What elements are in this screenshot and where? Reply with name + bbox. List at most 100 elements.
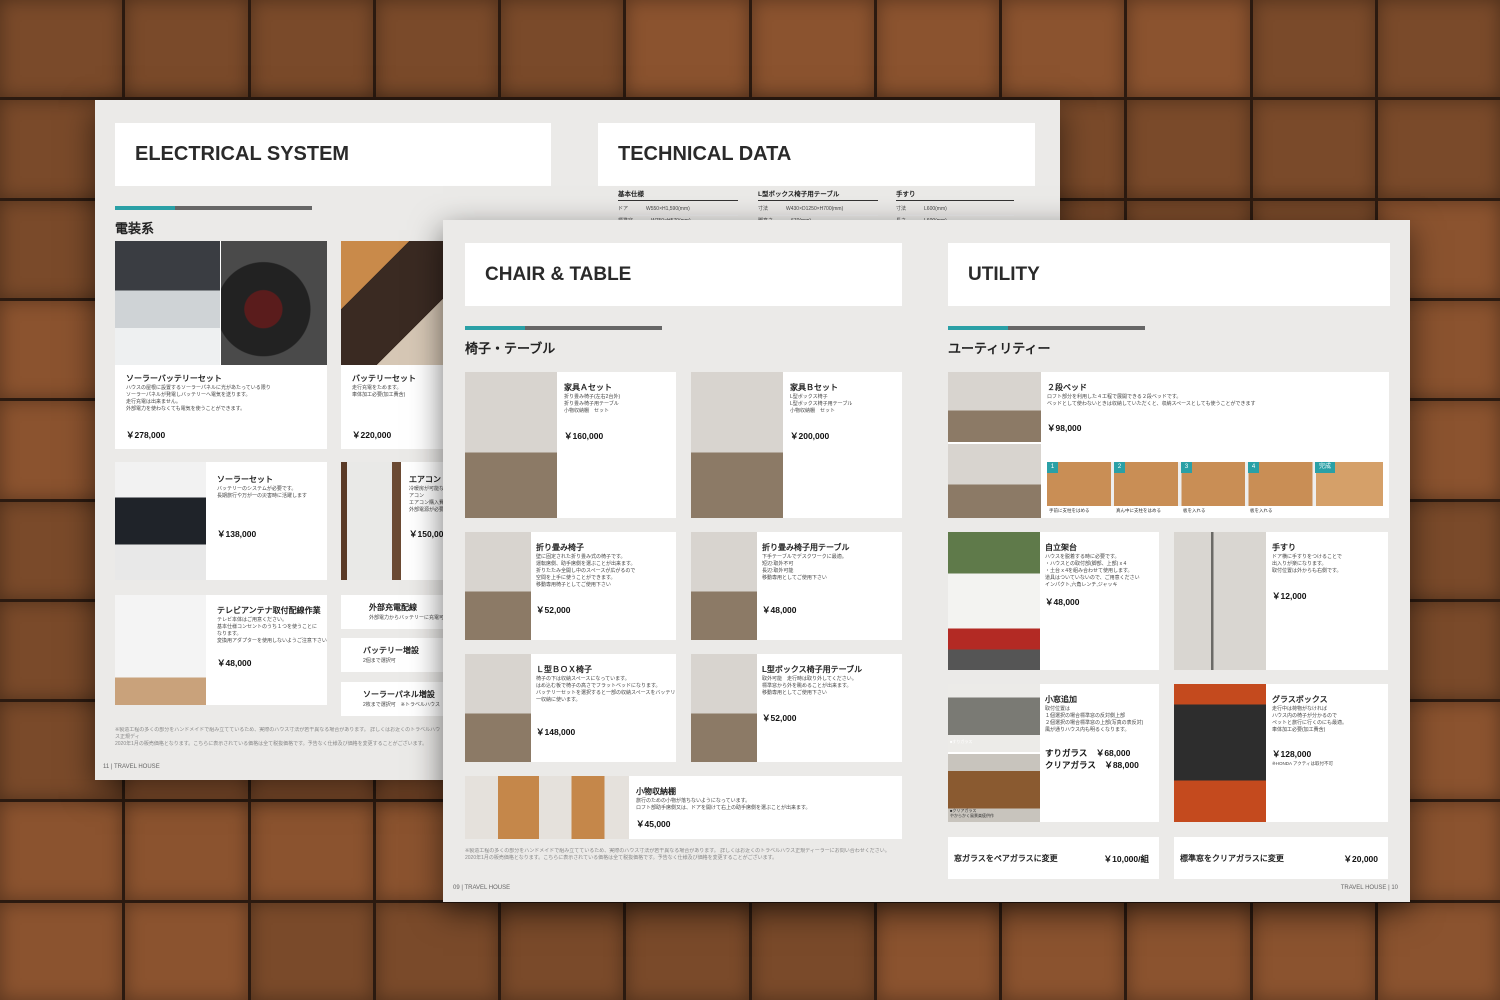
step-badge: 2 bbox=[1114, 462, 1125, 473]
wood-block bbox=[876, 0, 999, 98]
wood-block bbox=[0, 802, 123, 900]
product-card-l-box-chair: Ｌ型ＢＯＸ椅子 椅子の下は収納スペースになっています。 はめ込む板で椅子の高さで… bbox=[465, 654, 676, 762]
wood-block bbox=[250, 0, 373, 98]
product-card-glass-box: グラスボックス 走行中は荷物がなければ ハウス内の椅子が分かるので ペットと旅行… bbox=[1174, 684, 1388, 822]
card-note: ※HONDA アクティは取付不可 bbox=[1272, 761, 1334, 766]
utility-section-heading: ユーティリティー bbox=[948, 326, 1145, 357]
utility-title: UTILITY bbox=[948, 243, 1390, 306]
wood-block bbox=[375, 0, 498, 98]
card-description: バッテリーのシステムが必要です。 長期旅行や万が一の災害時に活躍します bbox=[217, 486, 308, 499]
wood-block bbox=[250, 902, 373, 1000]
card-description: 走行充電をためます。 車体加工必要(加工費含) bbox=[352, 385, 406, 398]
technical-title: TECHNICAL DATA bbox=[598, 123, 1035, 186]
folding-chair-photo bbox=[465, 532, 531, 640]
step-badge: 3 bbox=[1181, 462, 1192, 473]
step-label: 板を入れる bbox=[1250, 508, 1273, 513]
option-external-charging: 外部充電配線 外部電力からバッテリーに充電可能 bbox=[341, 595, 451, 629]
electrical-section-heading: 電装系 bbox=[115, 206, 312, 237]
step-label: 板を入れる bbox=[1183, 508, 1206, 513]
card-title: エアコン bbox=[409, 475, 441, 484]
product-card-bunk-bed: ２段ベッド ロフト部分を利用した４工程で展開できる２段ベッドです。 ベッドとして… bbox=[948, 372, 1389, 518]
product-card-self-stand: 自立架台 ハウスを脱着する時に必要です。 ・ハウスとの取付部(脚部、上部) x … bbox=[948, 532, 1159, 670]
product-card-furniture-set-b: 家具Ｂセット L型ボックス椅子 L型ボックス椅子用テーブル 小物収納棚 セット … bbox=[691, 372, 902, 518]
card-description: 下手テーブルでデスクワークに最適。 短辺:取外不可 長辺:取外可能 移動専用とし… bbox=[762, 554, 847, 581]
wood-block bbox=[0, 0, 123, 98]
card-title: 折り畳み椅子 bbox=[536, 543, 584, 552]
product-card-solar-battery-set: ソーラーバッテリーセット ハウスの屋根に設置するソーラーパネルに光があたっている… bbox=[115, 241, 327, 449]
card-description: ハウスを脱着する時に必要です。 ・ハウスとの取付部(脚部、上部) x 4 ・土台… bbox=[1045, 554, 1140, 588]
step-badge: 完成 bbox=[1315, 462, 1335, 473]
card-price: ￥128,000 bbox=[1272, 749, 1312, 759]
card-price: ￥278,000 bbox=[126, 430, 166, 440]
card-title: ソーラーセット bbox=[217, 475, 273, 484]
product-card-small-shelf: 小物収納棚 旅行のための小物が落ちないようになっています。 ロフト部助手席側又は… bbox=[465, 776, 902, 839]
card-price: ￥150,00 bbox=[409, 529, 444, 539]
wood-block bbox=[751, 902, 874, 1000]
card-description: テレビ本体はご用意ください。 基本仕様コンセントのうち１つを使うことに なります… bbox=[217, 617, 327, 644]
option-solar-panel-add: ソーラーパネル増設 2枚まで選択可 ※トラベルハウス bbox=[341, 682, 451, 716]
card-title: 折り畳み椅子用テーブル bbox=[762, 543, 850, 552]
card-price: ￥48,000 bbox=[217, 658, 252, 668]
l-box-table-photo bbox=[691, 654, 757, 762]
battery-wiring-photo bbox=[221, 241, 327, 365]
air-conditioner-photo bbox=[341, 462, 401, 580]
wood-block bbox=[375, 902, 498, 1000]
wood-block bbox=[1252, 100, 1375, 198]
option-description: 2枚まで選択可 ※トラベルハウス bbox=[363, 702, 440, 708]
electrical-title: ELECTRICAL SYSTEM bbox=[115, 123, 551, 186]
card-description: 旅行のための小物が落ちないようになっています。 ロフト部助手席側又は、ドアを開け… bbox=[636, 798, 811, 811]
glass-box-photo bbox=[1174, 684, 1266, 822]
card-price: ￥138,000 bbox=[217, 529, 257, 539]
card-price: すりガラス ￥68,000 bbox=[1045, 748, 1131, 758]
wood-block bbox=[501, 0, 624, 98]
product-card-battery-set: バッテリーセット 走行充電をためます。 車体加工必要(加工費含) ￥220,00… bbox=[341, 241, 451, 449]
wood-block bbox=[1377, 902, 1500, 1000]
product-card-small-window: ■すりガラス ■クリアガラス やからかく風景楽疲供作 小窓追加 取付位置は １個… bbox=[948, 684, 1159, 822]
card-price-alt: クリアガラス ￥88,000 bbox=[1045, 760, 1139, 770]
wood-block bbox=[0, 902, 123, 1000]
card-price: ￥48,000 bbox=[1045, 597, 1080, 607]
wood-block bbox=[125, 902, 248, 1000]
solar-panel-product-photo bbox=[115, 462, 206, 580]
chair-section-heading: 椅子・テーブル bbox=[465, 326, 662, 357]
card-price: ￥200,000 bbox=[790, 431, 830, 441]
wood-block bbox=[125, 0, 248, 98]
option-battery-add: バッテリー増設 2個まで選択可 bbox=[341, 638, 451, 672]
card-price: ￥48,000 bbox=[762, 605, 797, 615]
card-title: L型ボックス椅子用テーブル bbox=[762, 665, 863, 674]
step-label: 手前に支柱をはめる bbox=[1049, 508, 1090, 513]
bunk-bed-photo-bottom bbox=[948, 444, 1041, 518]
product-card-tv-antenna: テレビアンテナ取付配線作業 テレビ本体はご用意ください。 基本仕様コンセントのう… bbox=[115, 595, 327, 705]
option-title: 外部充電配線 bbox=[369, 603, 417, 612]
wood-block bbox=[751, 0, 874, 98]
option-label: 標準窓をクリアガラスに変更 bbox=[1180, 854, 1284, 863]
step-badge: 1 bbox=[1047, 462, 1058, 473]
wood-block bbox=[1002, 902, 1125, 1000]
step-badge: 4 bbox=[1248, 462, 1259, 473]
wood-block bbox=[1127, 100, 1250, 198]
back-page-footer: 11 | TRAVEL HOUSE bbox=[103, 764, 160, 770]
option-pair-glass: 窓ガラスをペアガラスに変更 ￥10,000/組 bbox=[948, 837, 1159, 879]
card-price: ￥98,000 bbox=[1047, 423, 1082, 433]
product-card-furniture-set-a: 家具Ａセット 折り畳み椅子(左右2台外) 折り畳み椅子用テーブル 小物収納棚 セ… bbox=[465, 372, 676, 518]
handrail-photo bbox=[1174, 532, 1266, 670]
l-box-chair-photo bbox=[465, 654, 531, 762]
card-description: 取外可能 走行時は取り外してください。 標準窓から外を眺めることが出来ます。 移… bbox=[762, 676, 857, 696]
card-title: ソーラーバッテリーセット bbox=[126, 374, 222, 383]
card-title: ２段ベッド bbox=[1047, 383, 1087, 392]
option-price: ￥10,000/組 bbox=[1103, 854, 1149, 864]
card-description: 走行中は荷物がなければ ハウス内の椅子が分かるので ペットと旅行に行くのにも最適… bbox=[1272, 706, 1348, 733]
back-footnote: ※製造工程の多くの部分をハンドメイドで組み立てているため、実際のハウス寸法が若干… bbox=[115, 727, 441, 747]
folding-table-photo bbox=[691, 532, 757, 640]
card-price: ￥52,000 bbox=[762, 713, 797, 723]
card-description: L型ボックス椅子 L型ボックス椅子用テーブル 小物収納棚 セット bbox=[790, 394, 853, 414]
bunk-bed-photo-top bbox=[948, 372, 1041, 442]
card-price: ￥12,000 bbox=[1272, 591, 1307, 601]
furniture-set-a-photo bbox=[465, 372, 557, 518]
card-description: 折り畳み椅子(左右2台外) 折り畳み椅子用テーブル 小物収納棚 セット bbox=[564, 394, 621, 414]
wood-block bbox=[626, 0, 749, 98]
wood-block bbox=[876, 902, 999, 1000]
self-stand-truck-photo bbox=[948, 532, 1040, 670]
card-title: 小窓追加 bbox=[1045, 695, 1077, 704]
product-card-l-box-chair-table: L型ボックス椅子用テーブル 取外可能 走行時は取り外してください。 標準窓から外… bbox=[691, 654, 902, 762]
